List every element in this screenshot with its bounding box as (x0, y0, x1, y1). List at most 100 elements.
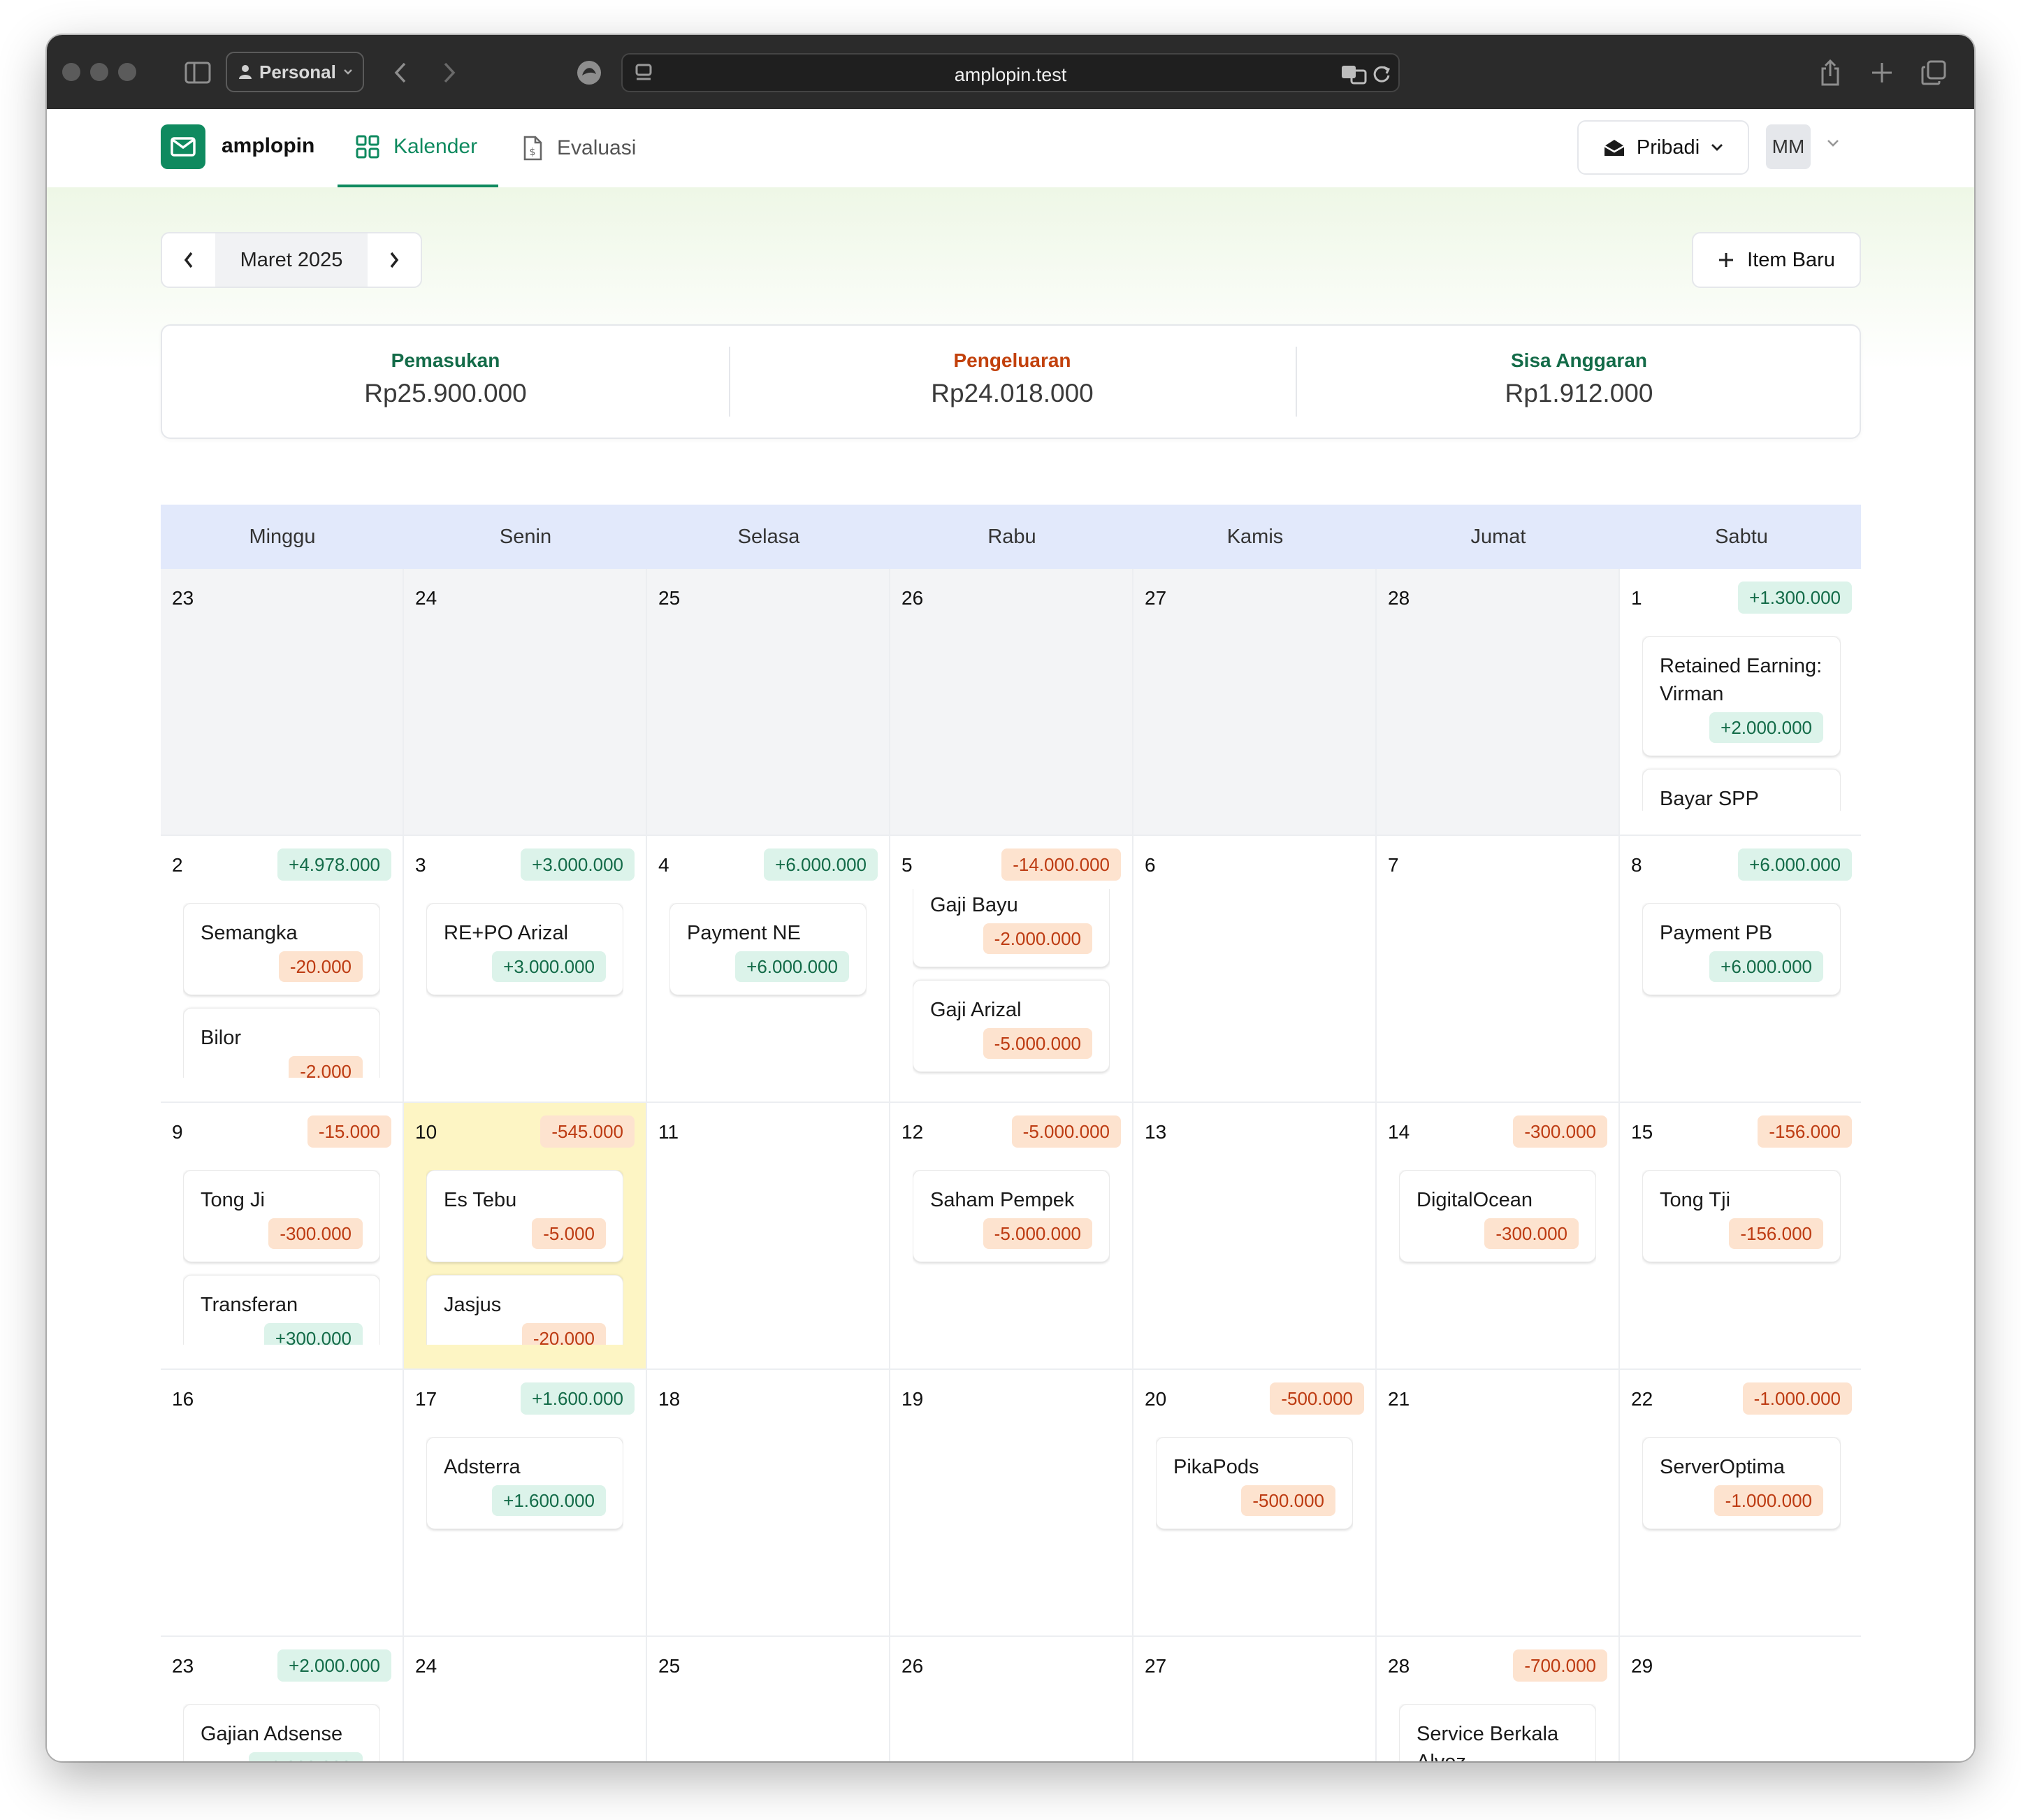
day-item-list[interactable]: Gajian Adsense +2.000.000 (183, 1704, 380, 1761)
transaction-card[interactable]: Gaji Bayu -2.000.000 (913, 889, 1110, 967)
transaction-card[interactable]: Semangka -20.000 (183, 903, 380, 995)
calendar-day-cell[interactable]: 1 +1.300.000 Retained Earning: Virman +2.00… (1620, 569, 1861, 836)
nav-tab-calendar[interactable]: Kalender (338, 109, 498, 187)
calendar-day-cell[interactable]: 28 (1377, 569, 1620, 836)
transaction-card[interactable]: Service Berkala Alvez-700.000 (1399, 1704, 1596, 1761)
next-month-button[interactable] (368, 233, 421, 287)
calendar-day-cell[interactable]: 24 (404, 1637, 647, 1761)
calendar-day-cell[interactable]: 15 -156.000 Tong Tji -156.000 (1620, 1103, 1861, 1370)
calendar-day-cell[interactable]: 3 +3.000.000 RE+PO Arizal +3.000.000 (404, 836, 647, 1103)
new-tab-icon[interactable] (1868, 59, 1896, 87)
day-item-list[interactable]: DigitalOcean -300.000 (1399, 1170, 1596, 1345)
calendar-day-cell[interactable]: 19 (890, 1370, 1133, 1637)
calendar-day-cell[interactable]: 23 (161, 569, 404, 836)
calendar-day-cell[interactable]: 10 -545.000 Es Tebu -5.000 Jasjus -20.000 (404, 1103, 647, 1370)
calendar-day-cell[interactable]: 26 (890, 1637, 1133, 1761)
new-item-button[interactable]: Item Baru (1692, 232, 1861, 288)
calendar-day-cell[interactable]: 14 -300.000 DigitalOcean -300.000 (1377, 1103, 1620, 1370)
calendar-day-cell[interactable]: 16 (161, 1370, 404, 1637)
transaction-name: Jasjus (444, 1294, 502, 1316)
day-item-list[interactable]: Payment PB +6.000.000 (1642, 903, 1841, 1078)
calendar-day-cell[interactable]: 25 (647, 1637, 890, 1761)
day-item-list[interactable]: Saham Pempek -5.000.000 (913, 1170, 1110, 1345)
calendar-day-cell[interactable]: 9 -15.000 Tong Ji -300.000 Transferan +300.00… (161, 1103, 404, 1370)
address-bar[interactable]: amplopin.test (621, 53, 1400, 92)
user-avatar[interactable]: MM (1766, 124, 1811, 169)
calendar-day-cell[interactable]: 24 (404, 569, 647, 836)
day-item-list[interactable]: Tong Tji -156.000 (1642, 1170, 1841, 1345)
transaction-card[interactable]: DigitalOcean -300.000 (1399, 1170, 1596, 1262)
transaction-card[interactable]: Es Tebu -5.000 (426, 1170, 623, 1262)
calendar-day-cell[interactable]: 25 (647, 569, 890, 836)
workspace-selector[interactable]: Pribadi (1577, 120, 1749, 175)
day-item-list[interactable]: Semangka -20.000 Bilor -2.000 (183, 903, 380, 1078)
transaction-card[interactable]: Tong Tji -156.000 (1642, 1170, 1841, 1262)
transaction-card[interactable]: Tong Ji -300.000 (183, 1170, 380, 1262)
calendar-day-cell[interactable]: 2 +4.978.000 Semangka -20.000 Bilor -2.000 (161, 836, 404, 1103)
calendar-day-cell[interactable]: 11 (647, 1103, 890, 1370)
calendar-day-cell[interactable]: 23 +2.000.000 Gajian Adsense +2.000.000 (161, 1637, 404, 1761)
day-item-list[interactable]: PikaPods -500.000 (1156, 1437, 1353, 1612)
sidebar-toggle-icon[interactable] (184, 59, 212, 87)
translate-icon[interactable] (1340, 63, 1368, 85)
privacy-shield-icon[interactable] (574, 57, 604, 88)
transaction-card[interactable]: Gaji Arizal -5.000.000 (913, 980, 1110, 1072)
nav-tab-evaluation[interactable]: $ Evaluasi (522, 109, 662, 187)
calendar-day-cell[interactable]: 8 +6.000.000 Payment PB +6.000.000 (1620, 836, 1861, 1103)
day-item-list[interactable]: ServerOptima -1.000.000 (1642, 1437, 1841, 1612)
minimize-window-button[interactable] (90, 63, 108, 81)
calendar-day-cell[interactable]: 27 (1133, 569, 1377, 836)
tab-overview-icon[interactable] (1920, 59, 1948, 87)
day-item-list[interactable]: Es Tebu -5.000 Jasjus -20.000 (426, 1170, 623, 1345)
app-logo-text[interactable]: amplopin (222, 134, 314, 158)
day-item-list[interactable]: RE+PO Arizal +3.000.000 (426, 903, 623, 1078)
calendar-day-cell[interactable]: 13 (1133, 1103, 1377, 1370)
transaction-card[interactable]: Gajian Adsense +2.000.000 (183, 1704, 380, 1761)
transaction-card[interactable]: Saham Pempek -5.000.000 (913, 1170, 1110, 1262)
calendar-day-cell[interactable]: 18 (647, 1370, 890, 1637)
profile-switcher[interactable]: Personal (226, 52, 364, 92)
day-item-list[interactable]: Gaji Bayu -2.000.000 Gaji Arizal -5.000.000 (913, 889, 1110, 1078)
transaction-card[interactable]: Transferan +300.000 (183, 1275, 380, 1345)
expense-label: Pengeluaran (953, 349, 1071, 371)
back-arrow-icon[interactable] (386, 59, 414, 87)
day-total-badge: +6.000.000 (764, 848, 878, 881)
calendar-day-cell[interactable]: 5 -14.000.000 Gaji Bayu -2.000.000 Gaji Ariz… (890, 836, 1133, 1103)
day-item-list[interactable]: Service Berkala Alvez-700.000 (1399, 1704, 1596, 1761)
reload-icon[interactable] (1370, 63, 1393, 85)
calendar-day-cell[interactable]: 7 (1377, 836, 1620, 1103)
transaction-card[interactable]: ServerOptima -1.000.000 (1642, 1437, 1841, 1529)
calendar-day-cell[interactable]: 21 (1377, 1370, 1620, 1637)
share-icon[interactable] (1816, 57, 1844, 88)
calendar-day-cell[interactable]: 4 +6.000.000 Payment NE +6.000.000 (647, 836, 890, 1103)
day-item-list[interactable]: Tong Ji -300.000 Transferan +300.000 (183, 1170, 380, 1345)
chevron-down-icon[interactable] (1826, 138, 1840, 148)
current-month-label[interactable]: Maret 2025 (215, 233, 368, 287)
calendar-day-cell[interactable]: 20 -500.000 PikaPods -500.000 (1133, 1370, 1377, 1637)
envelope-icon[interactable] (161, 124, 205, 169)
previous-month-button[interactable] (162, 233, 215, 287)
calendar-day-cell[interactable]: 6 (1133, 836, 1377, 1103)
calendar-day-cell[interactable]: 27 (1133, 1637, 1377, 1761)
transaction-card[interactable]: Payment NE +6.000.000 (669, 903, 867, 995)
calendar-day-cell[interactable]: 22 -1.000.000 ServerOptima -1.000.000 (1620, 1370, 1861, 1637)
calendar-day-cell[interactable]: 26 (890, 569, 1133, 836)
transaction-card[interactable]: Payment PB +6.000.000 (1642, 903, 1841, 995)
transaction-card[interactable]: RE+PO Arizal +3.000.000 (426, 903, 623, 995)
calendar-day-cell[interactable]: 12 -5.000.000 Saham Pempek -5.000.000 (890, 1103, 1133, 1370)
day-item-list[interactable]: Payment NE +6.000.000 (669, 903, 867, 1078)
transaction-card[interactable]: Bilor -2.000 (183, 1008, 380, 1078)
transaction-card[interactable]: PikaPods -500.000 (1156, 1437, 1353, 1529)
forward-arrow-icon[interactable] (435, 59, 463, 87)
day-item-list[interactable]: Retained Earning: Virman +2.000.000 Bayar … (1642, 636, 1841, 811)
transaction-card[interactable]: Adsterra +1.600.000 (426, 1437, 623, 1529)
zoom-window-button[interactable] (118, 63, 136, 81)
calendar-day-cell[interactable]: 28 -700.000 Service Berkala Alvez-700.000 (1377, 1637, 1620, 1761)
calendar-day-cell[interactable]: 29 (1620, 1637, 1861, 1761)
calendar-day-cell[interactable]: 17 +1.600.000 Adsterra +1.600.000 (404, 1370, 647, 1637)
transaction-card[interactable]: Bayar SPP-700.000 (1642, 769, 1841, 811)
close-window-button[interactable] (62, 63, 80, 81)
day-item-list[interactable]: Adsterra +1.600.000 (426, 1437, 623, 1612)
transaction-card[interactable]: Retained Earning: Virman +2.000.000 (1642, 636, 1841, 756)
transaction-card[interactable]: Jasjus -20.000 (426, 1275, 623, 1345)
